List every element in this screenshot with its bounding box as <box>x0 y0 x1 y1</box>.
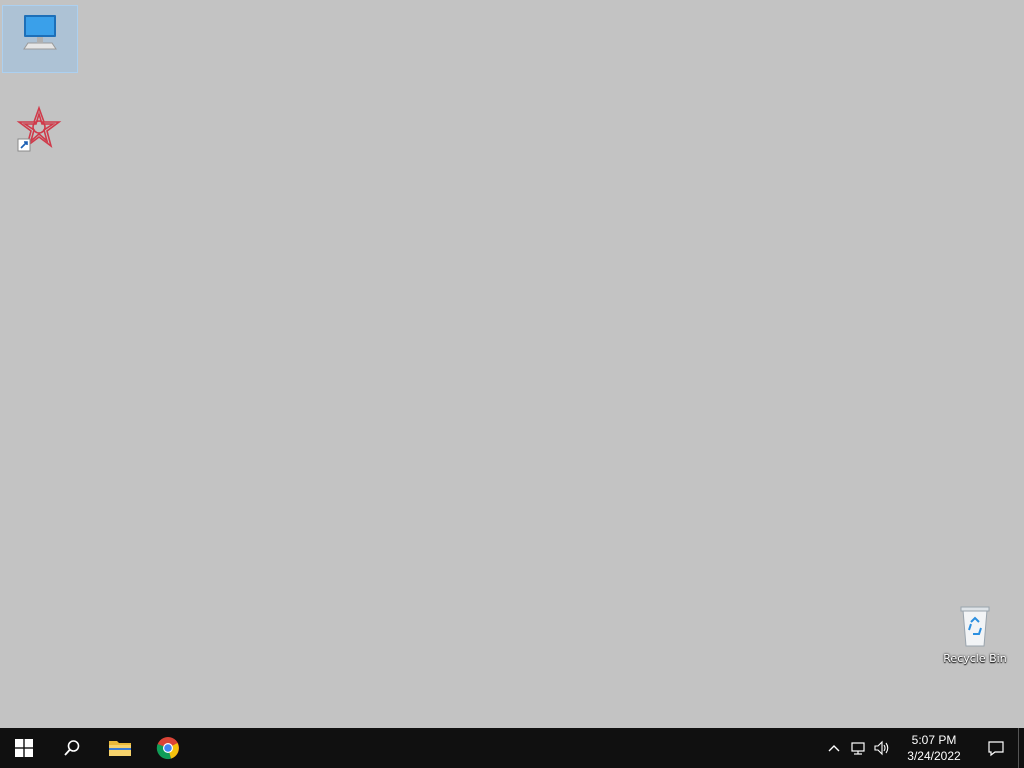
chrome-icon <box>156 737 179 760</box>
start-button[interactable] <box>0 728 48 768</box>
network-button[interactable] <box>846 728 870 768</box>
desktop-icon-this-pc[interactable] <box>2 5 78 73</box>
taskbar-file-explorer[interactable] <box>96 728 144 768</box>
chevron-up-icon <box>828 745 840 752</box>
search-icon <box>64 740 80 756</box>
action-center-button[interactable] <box>974 728 1018 768</box>
show-desktop-button[interactable] <box>1018 728 1024 768</box>
taskbar: 5:07 PM 3/24/2022 <box>0 728 1024 768</box>
desktop-icon-recycle-bin[interactable]: Recycle Bin <box>938 602 1012 672</box>
search-button[interactable] <box>48 728 96 768</box>
system-tray: 5:07 PM 3/24/2022 <box>822 728 1024 768</box>
clock-time: 5:07 PM <box>911 733 957 747</box>
windows-logo-icon <box>15 739 33 757</box>
desktop-icon-label: Recycle Bin <box>943 652 1007 665</box>
folder-icon <box>109 741 131 756</box>
recycle-bin-icon <box>951 602 999 650</box>
taskbar-clock[interactable]: 5:07 PM 3/24/2022 <box>894 732 974 764</box>
volume-button[interactable] <box>870 728 894 768</box>
app-shortcut-icon <box>15 104 63 152</box>
clock-date: 3/24/2022 <box>907 749 961 763</box>
taskbar-chrome[interactable] <box>144 728 192 768</box>
speaker-icon <box>874 740 889 756</box>
desktop[interactable]: Recycle Bin <box>0 0 1024 728</box>
network-icon <box>851 742 865 755</box>
show-hidden-icons-chevron[interactable] <box>822 728 846 768</box>
desktop-icon-shortcut[interactable] <box>2 104 76 188</box>
notification-icon <box>988 741 1004 757</box>
monitor-icon <box>16 6 64 54</box>
